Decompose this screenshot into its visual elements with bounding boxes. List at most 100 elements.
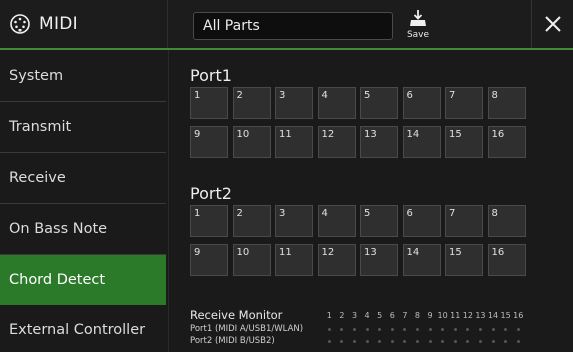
monitor-indicator-dot: [361, 328, 374, 331]
port2-channel-button[interactable]: 13: [360, 244, 398, 276]
port2-channel-button[interactable]: 2: [232, 205, 271, 237]
port1-channel-button[interactable]: 2: [232, 87, 271, 119]
port1-channel-button[interactable]: 14: [402, 126, 441, 158]
monitor-channel-number: 4: [364, 311, 370, 320]
port2-channel-button[interactable]: 11: [275, 244, 313, 276]
sidebar-item-transmit[interactable]: Transmit: [0, 102, 166, 153]
close-button[interactable]: [535, 6, 571, 42]
monitor-row-label: Port2 (MIDI B/USB2): [190, 336, 275, 346]
monitor-indicator-dot: [474, 328, 487, 331]
sidebar-item-system[interactable]: System: [0, 50, 166, 102]
port2-channel-grid: 1 2 3 4 5 6 7 8 9 10 11 12 13 14 15 16: [190, 205, 526, 276]
sidebar-item-label: On Bass Note: [9, 221, 108, 237]
sidebar: System Transmit Receive On Bass Note Cho…: [0, 50, 168, 352]
sidebar-item-chord-detect[interactable]: Chord Detect: [0, 255, 166, 305]
port2-title: Port2: [190, 184, 232, 203]
port1-channel-button[interactable]: 16: [487, 126, 526, 158]
port2-channel-button[interactable]: 4: [317, 205, 356, 237]
monitor-channel-number: 15: [500, 311, 511, 320]
monitor-indicator-dot: [449, 340, 462, 343]
receive-monitor-channel-numbers: 1 2 3 4 5 6 7 8 9 10 11 12 13 14 15 16: [323, 311, 525, 320]
sidebar-item-external-controller[interactable]: External Controller: [0, 307, 166, 352]
save-label: Save: [406, 30, 430, 40]
monitor-channel-number: 12: [462, 311, 473, 320]
monitor-indicator-dot: [323, 340, 336, 343]
header-divider: [531, 0, 532, 48]
monitor-indicator-dot: [512, 340, 525, 343]
monitor-row-port2-indicators: [323, 340, 525, 343]
monitor-channel-number: 1: [326, 311, 332, 320]
monitor-channel-number: 2: [339, 311, 345, 320]
save-icon: [410, 10, 426, 26]
port2-channel-button[interactable]: 3: [275, 205, 313, 237]
port1-channel-button[interactable]: 7: [445, 87, 483, 119]
monitor-indicator-dot: [411, 328, 424, 331]
port1-channel-button[interactable]: 8: [487, 87, 526, 119]
port1-channel-button[interactable]: 15: [445, 126, 483, 158]
sidebar-item-label: Receive: [9, 170, 66, 186]
port1-channel-button[interactable]: 4: [317, 87, 356, 119]
monitor-channel-number: 7: [402, 311, 408, 320]
monitor-indicator-dot: [323, 328, 336, 331]
port1-channel-button[interactable]: 5: [360, 87, 398, 119]
monitor-indicator-dot: [462, 340, 475, 343]
port2-channel-button[interactable]: 1: [190, 205, 228, 237]
port2-channel-button[interactable]: 14: [402, 244, 441, 276]
port1-channel-button[interactable]: 3: [275, 87, 313, 119]
monitor-indicator-dot: [411, 340, 424, 343]
monitor-channel-number: 9: [427, 311, 433, 320]
port2-channel-button[interactable]: 16: [487, 244, 526, 276]
port2-channel-button[interactable]: 7: [445, 205, 483, 237]
monitor-indicator-dot: [487, 328, 500, 331]
port2-channel-button[interactable]: 10: [232, 244, 271, 276]
monitor-indicator-dot: [436, 328, 449, 331]
monitor-indicator-dot: [424, 328, 437, 331]
monitor-indicator-dot: [336, 340, 349, 343]
monitor-indicator-dot: [386, 340, 399, 343]
port1-channel-button[interactable]: 1: [190, 87, 228, 119]
app-title: MIDI: [39, 14, 78, 34]
monitor-channel-number: 8: [414, 311, 420, 320]
port2-channel-button[interactable]: 8: [487, 205, 526, 237]
monitor-channel-number: 13: [475, 311, 486, 320]
port1-channel-button[interactable]: 11: [275, 126, 313, 158]
monitor-indicator-dot: [373, 340, 386, 343]
monitor-indicator-dot: [499, 340, 512, 343]
port1-channel-button[interactable]: 10: [232, 126, 271, 158]
main-panel: Port1 1 2 3 4 5 6 7 8 9 10 11 12 13 14 15 16 Port2 1234…: [168, 50, 573, 352]
monitor-row-port1-indicators: [323, 328, 525, 331]
sidebar-item-label: System: [9, 67, 64, 84]
port2-channel-button[interactable]: 9: [190, 244, 228, 276]
port2-channel-button[interactable]: 6: [402, 205, 441, 237]
monitor-indicator-dot: [348, 340, 361, 343]
monitor-channel-number: 16: [513, 311, 524, 320]
monitor-channel-number: 3: [351, 311, 358, 320]
monitor-indicator-dot: [449, 328, 462, 331]
monitor-channel-number: 10: [437, 311, 448, 320]
save-button[interactable]: Save: [400, 7, 436, 45]
port2-channel-button[interactable]: 5: [360, 205, 398, 237]
sidebar-item-label: External Controller: [9, 321, 146, 338]
port2-channel-button[interactable]: 12: [317, 244, 356, 276]
monitor-channel-number: 5: [377, 311, 383, 320]
monitor-indicator-dot: [336, 328, 349, 331]
sidebar-item-receive[interactable]: Receive: [0, 153, 166, 204]
parts-select[interactable]: All Parts: [193, 12, 393, 40]
port2-channel-button[interactable]: 15: [445, 244, 483, 276]
close-icon: [545, 16, 561, 32]
monitor-indicator-dot: [462, 328, 475, 331]
port1-channel-button[interactable]: 9: [190, 126, 228, 158]
port1-channel-grid: 1 2 3 4 5 6 7 8 9 10 11 12 13 14 15 16: [190, 87, 526, 158]
port1-channel-button[interactable]: 12: [317, 126, 356, 158]
monitor-indicator-dot: [499, 328, 512, 331]
port1-channel-button[interactable]: 6: [402, 87, 441, 119]
port1-channel-button[interactable]: 13: [360, 126, 398, 158]
header-bar: MIDI All Parts Save: [0, 0, 573, 50]
monitor-channel-number: 11: [450, 311, 461, 320]
monitor-indicator-dot: [474, 340, 487, 343]
monitor-indicator-dot: [348, 328, 361, 331]
monitor-indicator-dot: [399, 340, 412, 343]
monitor-indicator-dot: [373, 328, 386, 331]
monitor-indicator-dot: [361, 340, 374, 343]
sidebar-item-on-bass-note[interactable]: On Bass Note: [0, 204, 166, 255]
